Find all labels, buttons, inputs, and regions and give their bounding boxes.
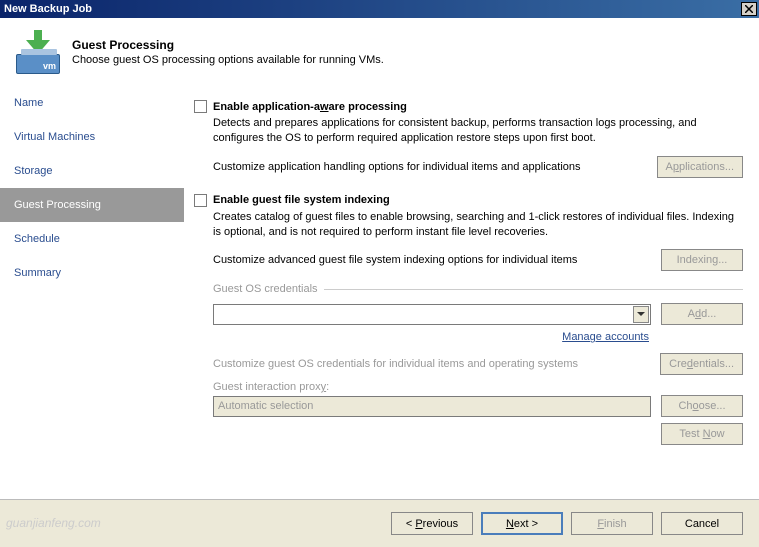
proxy-combobox[interactable]: Automatic selection xyxy=(213,396,651,417)
indexing-button[interactable]: Indexing... xyxy=(661,249,743,271)
add-credentials-button[interactable]: Add... xyxy=(661,303,743,325)
enable-app-aware-label: Enable application-aware processing xyxy=(213,101,407,113)
enable-indexing-label: Enable guest file system indexing xyxy=(213,194,390,206)
titlebar: New Backup Job xyxy=(0,0,759,18)
enable-indexing-checkbox[interactable] xyxy=(194,194,207,207)
next-button[interactable]: Next > xyxy=(481,512,563,535)
credentials-button[interactable]: Credentials... xyxy=(660,353,743,375)
customize-credentials-text: Customize guest OS credentials for indiv… xyxy=(213,358,578,370)
finish-button[interactable]: Finish xyxy=(571,512,653,535)
sidebar-item-storage[interactable]: Storage xyxy=(0,154,184,188)
applications-button[interactable]: Applications... xyxy=(657,156,744,178)
window-title: New Backup Job xyxy=(4,3,92,15)
chevron-down-icon xyxy=(637,312,645,316)
indexing-customize-text: Customize advanced guest file system ind… xyxy=(213,254,577,266)
app-aware-description: Detects and prepares applications for co… xyxy=(213,116,743,146)
credentials-combobox[interactable] xyxy=(213,304,651,325)
header: vm Guest Processing Choose guest OS proc… xyxy=(0,18,759,86)
close-icon xyxy=(745,5,753,13)
indexing-description: Creates catalog of guest files to enable… xyxy=(213,210,743,240)
choose-proxy-button[interactable]: Choose... xyxy=(661,395,743,417)
backup-icon: vm xyxy=(16,30,60,74)
previous-button[interactable]: < Previous xyxy=(391,512,473,535)
guest-interaction-proxy-label: Guest interaction proxy: xyxy=(213,381,743,393)
footer: < Previous Next > Finish Cancel xyxy=(0,499,759,547)
cancel-button[interactable]: Cancel xyxy=(661,512,743,535)
page-subtitle: Choose guest OS processing options avail… xyxy=(72,54,384,66)
app-aware-customize-text: Customize application handling options f… xyxy=(213,161,581,173)
divider xyxy=(324,289,743,290)
guest-os-credentials-legend: Guest OS credentials xyxy=(213,283,318,295)
sidebar-item-name[interactable]: Name xyxy=(0,86,184,120)
manage-accounts-link[interactable]: Manage accounts xyxy=(562,331,649,343)
sidebar-item-virtual-machines[interactable]: Virtual Machines xyxy=(0,120,184,154)
test-now-button[interactable]: Test Now xyxy=(661,423,743,445)
sidebar-item-guest-processing[interactable]: Guest Processing xyxy=(0,188,184,222)
sidebar-item-summary[interactable]: Summary xyxy=(0,256,184,290)
page-title: Guest Processing xyxy=(72,38,384,52)
sidebar: Name Virtual Machines Storage Guest Proc… xyxy=(0,86,184,499)
enable-app-aware-checkbox[interactable] xyxy=(194,100,207,113)
close-button[interactable] xyxy=(741,2,757,16)
main-panel: Enable application-aware processing Dete… xyxy=(184,86,759,499)
sidebar-item-schedule[interactable]: Schedule xyxy=(0,222,184,256)
credentials-dropdown-button[interactable] xyxy=(633,306,649,323)
